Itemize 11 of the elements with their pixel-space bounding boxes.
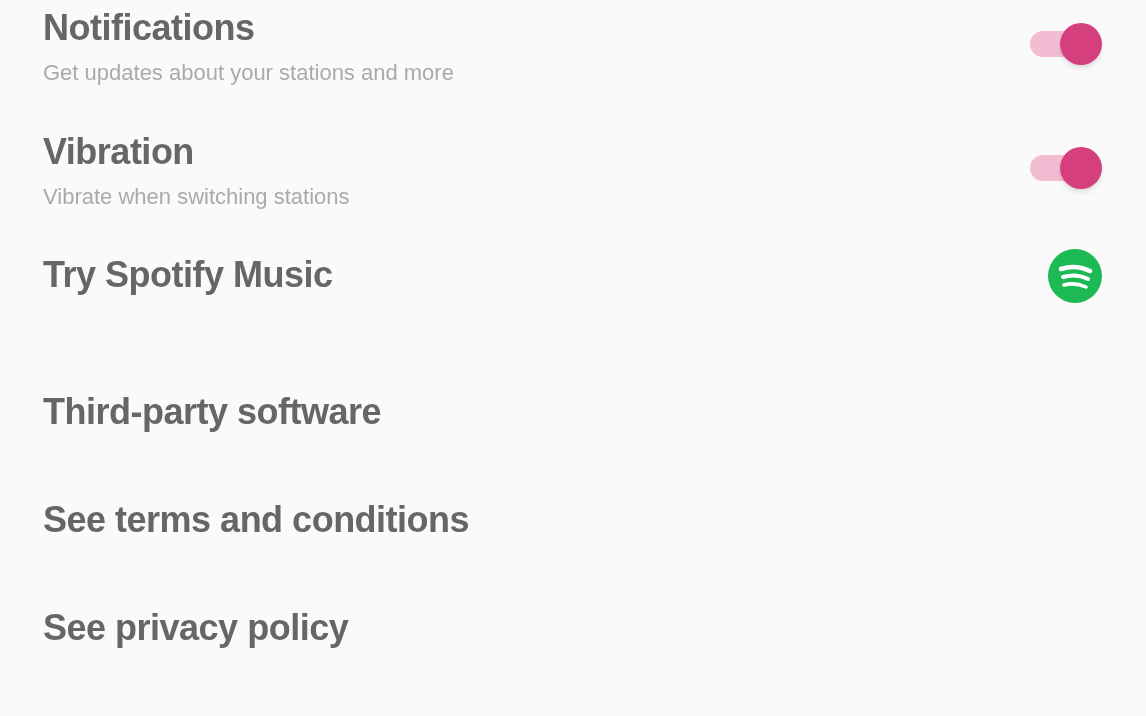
setting-title: Try Spotify Music [43, 255, 333, 296]
setting-title: Vibration [43, 131, 195, 172]
settings-link[interactable]: See terms and conditions [43, 499, 470, 540]
setting-title: Notifications [43, 8, 256, 48]
setting-description: Get updates about your stations and more [43, 59, 454, 87]
logo-icon [1048, 249, 1102, 304]
setting-description: Vibrate when switching stations [43, 182, 350, 211]
settings-link[interactable]: See privacy policy [43, 607, 349, 648]
toggle-switch[interactable] [1030, 146, 1102, 189]
toggle-switch[interactable] [1030, 23, 1102, 65]
settings-link[interactable]: Third-party software [43, 391, 382, 432]
